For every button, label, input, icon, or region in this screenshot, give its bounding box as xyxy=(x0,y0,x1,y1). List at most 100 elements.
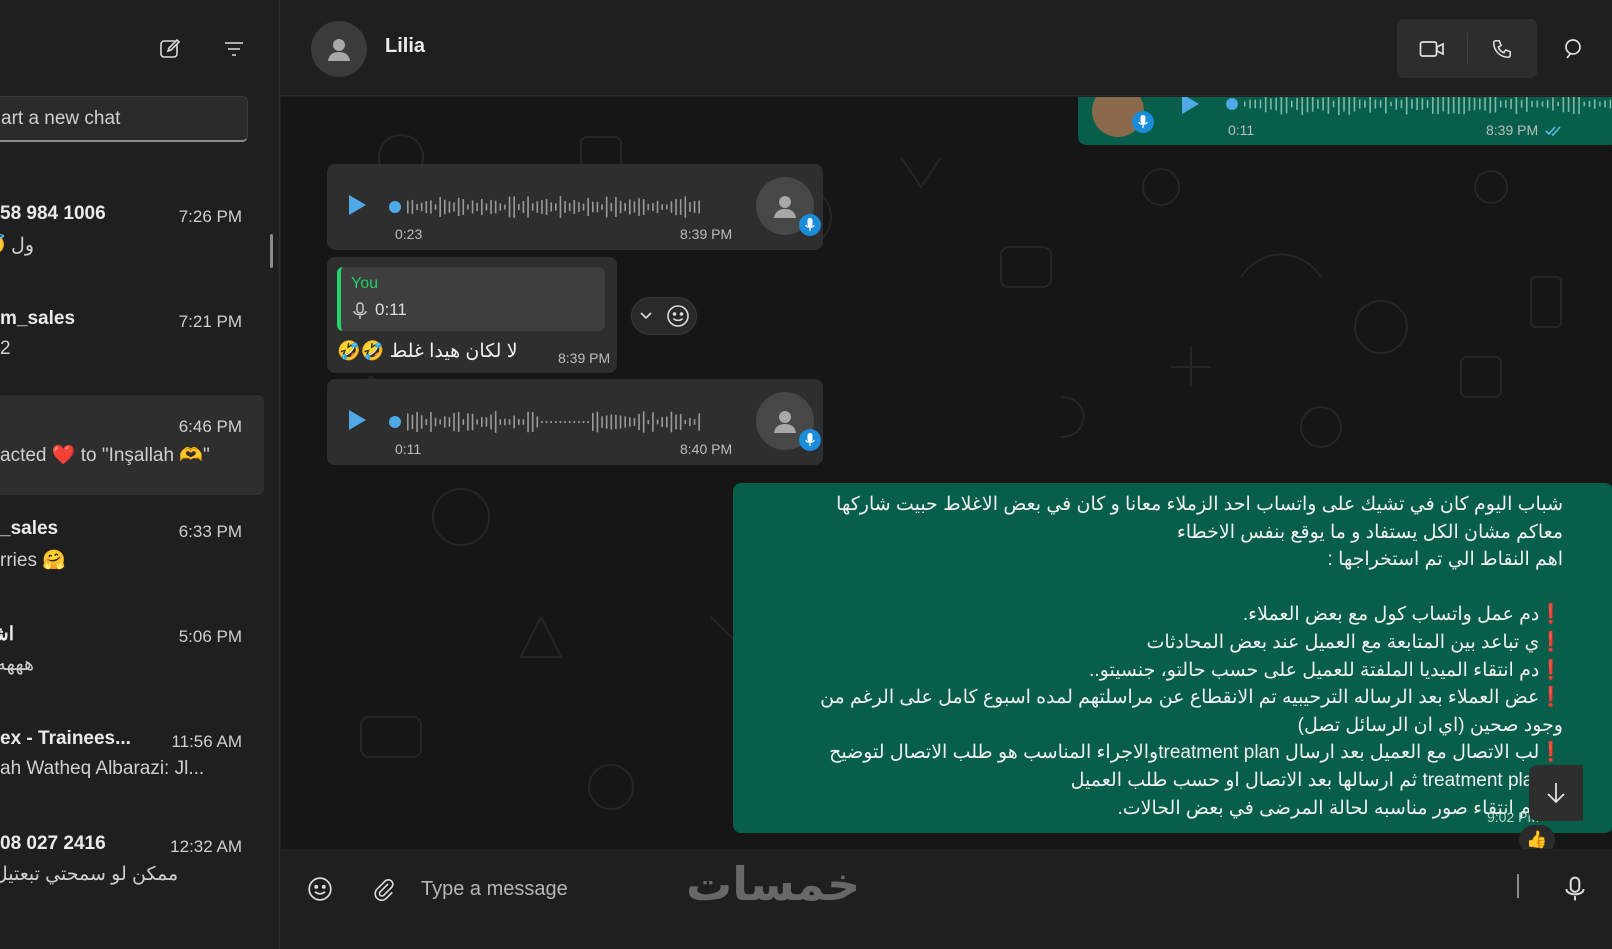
message-input[interactable] xyxy=(421,867,1321,911)
waveform-bar xyxy=(587,421,589,423)
playhead xyxy=(389,416,401,428)
waveform-bar xyxy=(467,413,469,431)
message-reaction[interactable]: 👍 xyxy=(1519,825,1555,849)
chevron-down-icon xyxy=(639,312,652,320)
waveform-bar xyxy=(504,418,506,426)
waveform-bar xyxy=(1567,97,1570,112)
waveform-bar xyxy=(698,413,700,431)
chat-list-item[interactable]: _sales 6:33 PM rries 🤗 xyxy=(0,500,264,600)
waveform-bar xyxy=(1379,100,1382,108)
chat-preview: rries 🤗 xyxy=(0,550,66,571)
new-chat-icon[interactable] xyxy=(155,34,185,64)
chat-list-item[interactable]: اشر 5:06 PM هههه ما xyxy=(0,605,264,705)
waveform-bar xyxy=(481,417,483,427)
mic-badge-icon xyxy=(1132,111,1154,133)
waveform-bar xyxy=(1317,99,1319,109)
search-in-chat-icon[interactable] xyxy=(1563,38,1583,65)
waveform-bar xyxy=(647,203,650,211)
play-icon[interactable] xyxy=(347,194,367,216)
video-call-button[interactable] xyxy=(1397,19,1467,78)
voice-call-button[interactable] xyxy=(1468,19,1538,78)
waveform-bar xyxy=(1270,98,1272,110)
play-icon[interactable] xyxy=(1180,97,1200,115)
waveform-bar xyxy=(490,199,492,215)
play-icon[interactable] xyxy=(347,409,367,431)
chat-name: m_sales xyxy=(0,308,76,329)
sidebar-scrollbar[interactable] xyxy=(270,234,273,268)
attach-icon[interactable] xyxy=(366,871,402,907)
chat-preview: ول 😇 xyxy=(0,235,34,256)
waveform-bar xyxy=(513,196,515,218)
double-check-icon xyxy=(1545,126,1561,137)
waveform-bar xyxy=(522,201,525,213)
waveform-bar xyxy=(568,202,571,212)
waveform-bar xyxy=(1526,97,1528,112)
scroll-to-bottom-button[interactable] xyxy=(1529,765,1583,821)
message-line: ❗دم عمل واتساب كول مع بعض العملاء. xyxy=(1242,604,1563,626)
message-line: ❗ي تباعد بين المتابعة مع العميل عند بعض … xyxy=(1146,631,1563,653)
waveform-bar xyxy=(439,197,441,217)
waveform-bar xyxy=(638,198,640,216)
waveform-bar xyxy=(652,202,654,212)
waveform-bar xyxy=(1374,99,1377,109)
waveform-bar xyxy=(1259,99,1262,109)
chat-time: 5:06 PM xyxy=(178,627,242,646)
waveform-bar xyxy=(582,203,585,211)
chat-list-item[interactable]: 6:46 PM acted ❤️ to "Inşallah 🫶" xyxy=(0,395,264,495)
message-area[interactable]: 0:11 8:39 PM 0:23 8:39 PM You 0:11 لا لك… xyxy=(281,97,1612,849)
waveform[interactable] xyxy=(1224,97,1612,124)
waveform-bar xyxy=(1552,97,1554,111)
waveform-bar xyxy=(425,201,428,213)
waveform-bar xyxy=(1395,98,1398,110)
chat-list-item[interactable]: 08 027 2416 12:32 AM ممكن لو سمحتي تبعتيل.… xyxy=(0,815,264,915)
waveform-bar xyxy=(1520,100,1523,108)
waveform-bar xyxy=(513,415,515,429)
voice-message-incoming[interactable]: 0:11 8:40 PM xyxy=(327,379,823,465)
search-input[interactable]: art a new chat xyxy=(0,96,248,142)
waveform-bar xyxy=(462,199,465,215)
emoji-icon[interactable] xyxy=(302,871,338,907)
message-text: لا لكان هيدا غلط 🤣🤣 xyxy=(337,341,518,362)
message-actions[interactable] xyxy=(631,297,697,335)
waveform-bar xyxy=(689,417,691,427)
voice-message-incoming[interactable]: 0:23 8:39 PM xyxy=(327,164,823,250)
waveform-bar xyxy=(457,197,460,217)
message-time: 8:39 PM xyxy=(558,350,611,366)
waveform-bar xyxy=(1327,97,1330,114)
voice-message-outgoing[interactable]: 0:11 8:39 PM xyxy=(1078,97,1612,145)
microphone-icon[interactable] xyxy=(1557,871,1593,907)
waveform-bar xyxy=(1489,97,1492,113)
filter-icon[interactable] xyxy=(219,34,249,64)
waveform-bar xyxy=(1426,100,1429,108)
text-message-outgoing[interactable]: شباب اليوم كان في تشيك على واتساب احد ال… xyxy=(733,483,1612,833)
waveform-bar xyxy=(661,416,663,428)
contact-avatar[interactable] xyxy=(311,21,367,77)
waveform-bar xyxy=(444,199,446,215)
waveform-bar xyxy=(541,200,543,214)
chat-name: _sales xyxy=(0,518,59,539)
chat-list-item[interactable]: 58 984 1006 7:26 PM ول 😇 xyxy=(0,185,264,285)
waveform-bar xyxy=(536,416,539,428)
chat-list-item[interactable]: m_sales 7:21 PM 2 xyxy=(0,290,264,390)
message-composer: خمسات xyxy=(281,849,1612,949)
waveform-bar xyxy=(494,200,497,214)
waveform[interactable] xyxy=(387,407,707,442)
quoted-message[interactable]: You 0:11 xyxy=(337,267,605,331)
whatsapp-window: art a new chat 58 984 1006 7:26 PM ول 😇 m_s… xyxy=(0,0,1612,949)
chat-name: 58 984 1006 xyxy=(0,203,106,224)
message-line: الtreatment plan ثم ارسالها بعد الاتصال … xyxy=(1070,769,1563,791)
reply-message-incoming[interactable]: You 0:11 لا لكان هيدا غلط 🤣🤣 8:39 PM xyxy=(327,257,617,373)
waveform-bar xyxy=(1385,97,1387,114)
waveform-bar xyxy=(1338,97,1340,115)
chat-preview: هههه ما xyxy=(0,654,34,675)
waveform-bar xyxy=(684,419,687,425)
waveform-bar xyxy=(1593,99,1596,109)
waveform-bar xyxy=(596,411,599,433)
waveform-bar xyxy=(1546,99,1549,109)
waveform-bar xyxy=(531,412,534,432)
contact-name[interactable]: Lilia xyxy=(385,35,425,58)
waveform-bar xyxy=(1364,100,1366,108)
waveform[interactable] xyxy=(387,192,707,227)
chat-list-item[interactable]: ex - Trainees... 11:56 AM ah Watheq Albara… xyxy=(0,710,264,810)
waveform-bar xyxy=(430,412,432,432)
